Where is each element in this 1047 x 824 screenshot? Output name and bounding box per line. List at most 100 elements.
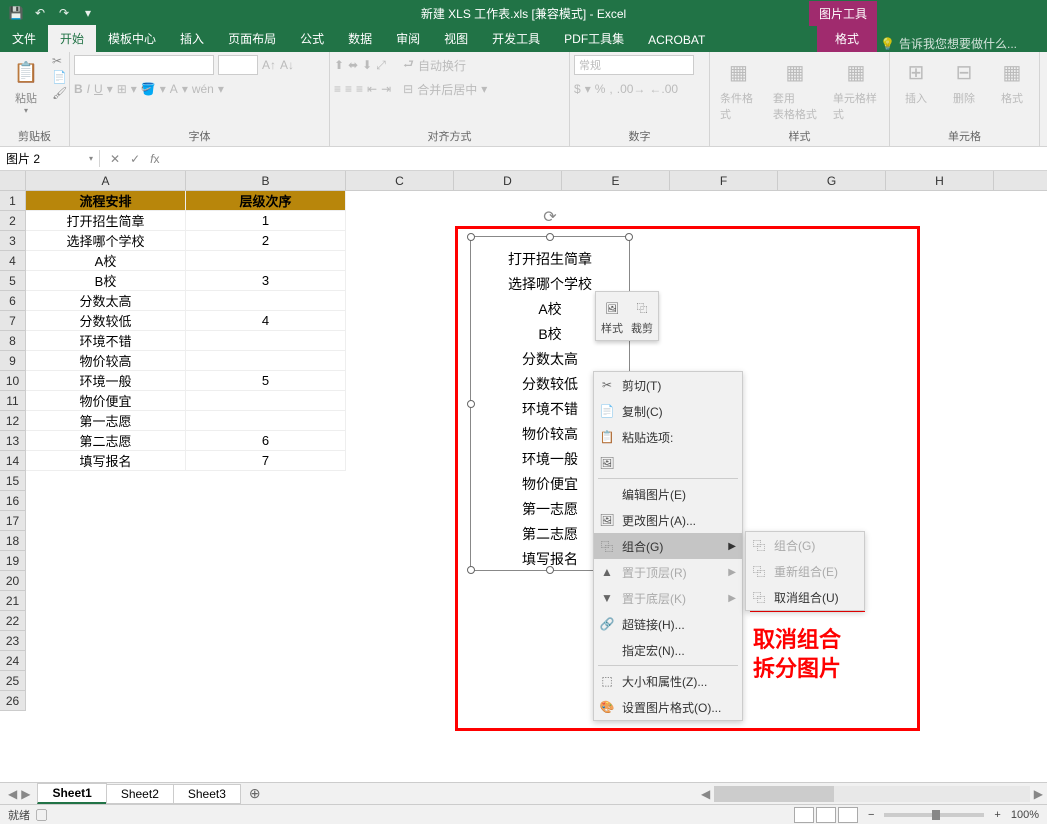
row-head-4[interactable]: 4 [0, 251, 26, 271]
currency-icon[interactable]: $ [574, 82, 581, 96]
name-box[interactable]: 图片 2▾ [0, 150, 100, 167]
data-cell[interactable]: 打开招生简章 [26, 211, 186, 231]
rotation-handle-icon[interactable]: ⟳ [543, 207, 556, 227]
mini-crop-button[interactable]: ⿻裁剪 [630, 296, 654, 336]
fill-color-icon[interactable]: 🪣 [141, 82, 156, 96]
horizontal-scrollbar[interactable]: ◀ ▶ [697, 785, 1047, 803]
tab-insert[interactable]: 插入 [168, 25, 216, 52]
tab-acrobat[interactable]: ACROBAT [636, 28, 717, 52]
enter-icon[interactable]: ✓ [130, 152, 140, 166]
row-head-26[interactable]: 26 [0, 691, 26, 711]
menu-size-props[interactable]: ⬚大小和属性(Z)... [594, 668, 742, 694]
row-head-1[interactable]: 1 [0, 191, 26, 211]
row-head-11[interactable]: 11 [0, 391, 26, 411]
col-head-B[interactable]: B [186, 171, 346, 191]
scroll-right-icon[interactable]: ▶ [1030, 787, 1047, 801]
data-cell[interactable]: 3 [186, 271, 346, 291]
scroll-left-icon[interactable]: ◀ [697, 787, 714, 801]
row-head-24[interactable]: 24 [0, 651, 26, 671]
data-cell[interactable]: 6 [186, 431, 346, 451]
col-head-F[interactable]: F [670, 171, 778, 191]
increase-font-icon[interactable]: A↑ [262, 58, 276, 72]
orientation-icon[interactable]: ⤢ [376, 58, 386, 73]
fx-icon[interactable]: fx [150, 152, 159, 166]
row-head-25[interactable]: 25 [0, 671, 26, 691]
tab-file[interactable]: 文件 [0, 25, 48, 52]
data-cell[interactable]: 填写报名 [26, 451, 186, 471]
copy-icon[interactable]: 📄 [52, 70, 67, 84]
row-head-17[interactable]: 17 [0, 511, 26, 531]
zoom-level[interactable]: 100% [1011, 809, 1039, 821]
underline-button[interactable]: U [94, 82, 103, 96]
insert-cell-button[interactable]: ⊞插入 [894, 54, 938, 108]
cond-format-button[interactable]: ▦条件格式 [714, 54, 763, 124]
mini-style-button[interactable]: 🖼样式 [600, 296, 624, 336]
sheet-nav-next-icon[interactable]: ▶ [21, 787, 30, 801]
resize-handle[interactable] [546, 233, 554, 241]
inc-decimal-icon[interactable]: .00→ [617, 82, 646, 96]
data-cell[interactable]: 选择哪个学校 [26, 231, 186, 251]
tab-data[interactable]: 数据 [336, 25, 384, 52]
menu-paste-picture[interactable]: 🖼 [594, 450, 742, 476]
view-pagebreak-icon[interactable] [838, 807, 858, 823]
align-center-icon[interactable]: ≡ [345, 82, 352, 96]
tab-pdf[interactable]: PDF工具集 [552, 25, 636, 52]
select-all-corner[interactable] [0, 171, 26, 191]
resize-handle[interactable] [625, 233, 633, 241]
row-head-18[interactable]: 18 [0, 531, 26, 551]
tab-format[interactable]: 格式 [817, 25, 877, 52]
undo-icon[interactable]: ↶ [32, 5, 48, 21]
data-cell[interactable] [186, 291, 346, 311]
align-top-icon[interactable]: ⬆ [334, 58, 344, 72]
col-head-A[interactable]: A [26, 171, 186, 191]
menu-format-picture[interactable]: 🎨设置图片格式(O)... [594, 694, 742, 720]
row-head-16[interactable]: 16 [0, 491, 26, 511]
format-painter-icon[interactable]: 🖌 [52, 86, 67, 100]
tab-home[interactable]: 开始 [48, 25, 96, 52]
font-name-combo[interactable] [74, 55, 214, 75]
col-head-I[interactable]: I [994, 171, 1047, 191]
align-right-icon[interactable]: ≡ [356, 82, 363, 96]
row-head-12[interactable]: 12 [0, 411, 26, 431]
paste-button[interactable]: 📋 粘贴 ▾ [4, 54, 48, 117]
tab-review[interactable]: 审阅 [384, 25, 432, 52]
sheet-tab-1[interactable]: Sheet1 [37, 783, 106, 804]
data-cell[interactable]: A校 [26, 251, 186, 271]
save-icon[interactable]: 💾 [8, 5, 24, 21]
cut-icon[interactable]: ✂ [52, 54, 67, 68]
data-cell[interactable]: 分数较低 [26, 311, 186, 331]
data-cell[interactable]: 物价便宜 [26, 391, 186, 411]
col-head-C[interactable]: C [346, 171, 454, 191]
data-cell[interactable]: 1 [186, 211, 346, 231]
data-cell[interactable] [186, 331, 346, 351]
comma-icon[interactable]: , [609, 82, 612, 96]
data-cell[interactable]: 5 [186, 371, 346, 391]
indent-dec-icon[interactable]: ⇤ [367, 82, 377, 96]
data-cell[interactable]: 环境不错 [26, 331, 186, 351]
tab-dev[interactable]: 开发工具 [480, 25, 552, 52]
menu-send-back[interactable]: ▼置于底层(K)▶ [594, 585, 742, 611]
align-bottom-icon[interactable]: ⬇ [362, 58, 372, 72]
row-head-22[interactable]: 22 [0, 611, 26, 631]
row-head-20[interactable]: 20 [0, 571, 26, 591]
col-head-H[interactable]: H [886, 171, 994, 191]
resize-handle[interactable] [467, 233, 475, 241]
scroll-thumb[interactable] [714, 786, 834, 802]
tab-view[interactable]: 视图 [432, 25, 480, 52]
font-size-combo[interactable] [218, 55, 258, 75]
resize-handle[interactable] [467, 400, 475, 408]
menu-edit-picture[interactable]: 编辑图片(E) [594, 481, 742, 507]
row-head-14[interactable]: 14 [0, 451, 26, 471]
col-head-G[interactable]: G [778, 171, 886, 191]
table-format-button[interactable]: ▦套用 表格格式 [767, 54, 823, 124]
sheet-tab-3[interactable]: Sheet3 [173, 784, 241, 804]
sheet-tab-2[interactable]: Sheet2 [106, 784, 174, 804]
submenu-group[interactable]: ⿻组合(G) [746, 532, 864, 558]
row-head-3[interactable]: 3 [0, 231, 26, 251]
submenu-ungroup[interactable]: ⿻取消组合(U) [746, 584, 864, 610]
row-head-15[interactable]: 15 [0, 471, 26, 491]
data-cell[interactable]: 第一志愿 [26, 411, 186, 431]
data-cell[interactable]: 第二志愿 [26, 431, 186, 451]
wrap-icon[interactable]: ⮐ [403, 55, 414, 76]
tell-me-search[interactable]: 💡 告诉我您想要做什么... [880, 35, 1017, 52]
